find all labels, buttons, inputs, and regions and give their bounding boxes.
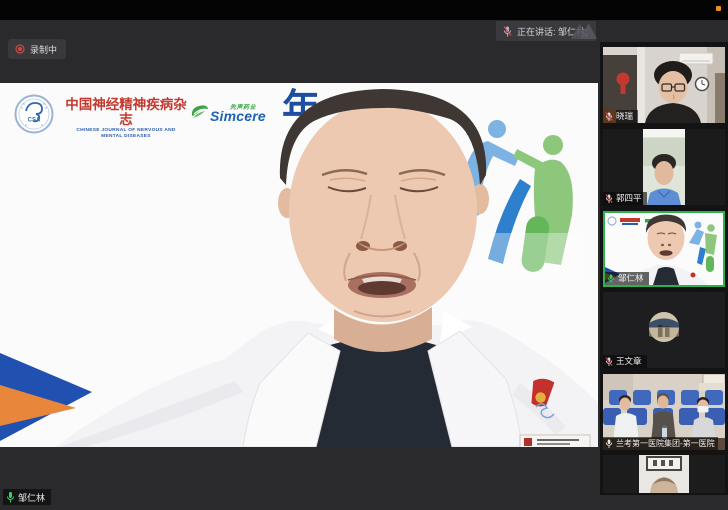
- participant-3-label: 邹仁林: [605, 272, 649, 285]
- top-black-bar: [0, 0, 728, 20]
- backdrop-flag-art: [0, 353, 92, 441]
- participant-2-name: 郭四平: [616, 193, 642, 204]
- speaker-body: [55, 307, 598, 447]
- recording-label: 录制中: [30, 43, 57, 56]
- participants-sidebar: 晓瑞 郭四平: [600, 42, 728, 495]
- mic-on-icon: [6, 491, 15, 503]
- participant-tile-5[interactable]: 兰考第一医院集团-第一医院: [603, 374, 725, 450]
- mic-muted-icon: [503, 26, 512, 37]
- participant-1-label: 晓瑞: [603, 110, 638, 123]
- mic-muted-icon: [605, 357, 613, 367]
- mic-on-icon: [607, 274, 615, 284]
- participant-tile-3-active[interactable]: 邹仁林: [603, 211, 725, 287]
- participant-4-label: 王文章: [603, 355, 647, 368]
- mic-muted-icon: [605, 194, 613, 204]
- participant-4-name: 王文章: [616, 356, 642, 367]
- main-speaker-name: 邹仁林: [18, 491, 45, 504]
- participant-3-name: 邹仁林: [618, 273, 644, 284]
- participant-tile-1[interactable]: 晓瑞: [603, 47, 725, 123]
- participant-tile-4[interactable]: 王文章: [603, 292, 725, 368]
- participant-tile-2[interactable]: 郭四平: [603, 129, 725, 205]
- name-tag: [520, 435, 590, 447]
- participant-5-name: 兰考第一医院集团-第一医院: [616, 438, 715, 449]
- recording-indicator[interactable]: 录制中: [8, 39, 66, 59]
- mic-muted-icon: [605, 112, 613, 122]
- notification-dot: [716, 6, 721, 11]
- speaker-face: [278, 89, 489, 322]
- participant-1-name: 晓瑞: [616, 111, 633, 122]
- mic-on-icon: [605, 439, 613, 449]
- main-video-name-label: 邹仁林: [3, 489, 51, 505]
- participant-5-label: 兰考第一医院集团-第一医院: [603, 437, 718, 450]
- meeting-app-logo-icon: [570, 23, 598, 45]
- participant-tile-6[interactable]: [603, 455, 725, 493]
- main-speaker-video: [0, 83, 598, 447]
- participant-2-label: 郭四平: [603, 192, 647, 205]
- main-video-tile[interactable]: CSA 中国神经精神疾病杂志 CHINESE JOURNAL OF NERVOU…: [0, 83, 598, 447]
- record-icon: [15, 44, 25, 54]
- participant-6-video: [603, 455, 725, 493]
